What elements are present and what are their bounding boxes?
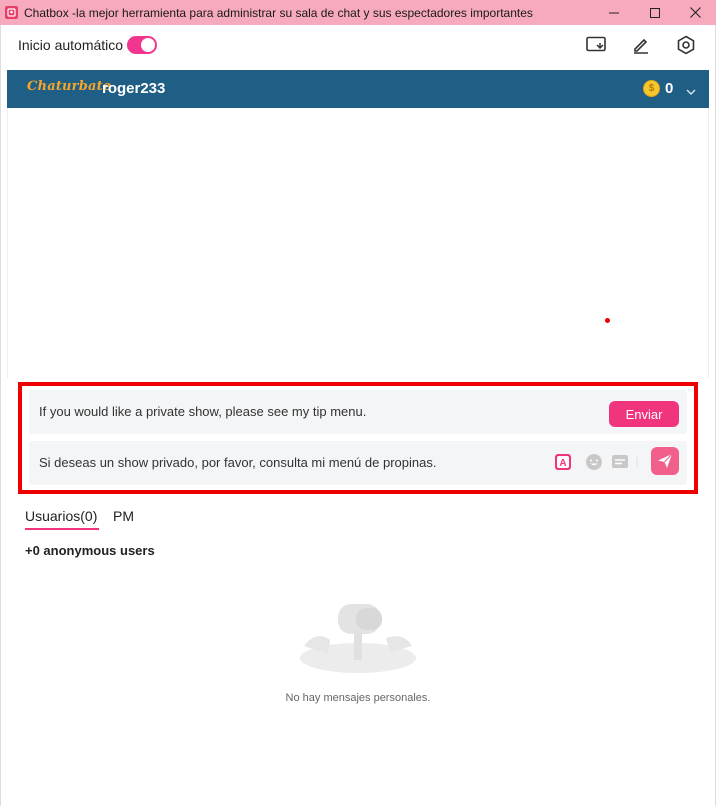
auto-start-label: Inicio automático [18,37,124,53]
tab-users[interactable]: Usuarios(0) [25,508,97,524]
translate-icon[interactable]: A [554,453,572,471]
coin-icon: $ [643,80,660,97]
screen-share-button[interactable] [585,34,607,56]
platform-logo: Chaturbate [27,79,112,94]
edit-icon [634,38,648,54]
maximize-icon [649,7,660,18]
anonymous-users-count: +0 anonymous users [25,543,155,558]
screen-share-icon [586,36,606,52]
channel-username: roger233 [102,80,166,97]
translation-output-row: If you would like a private show, please… [29,390,687,434]
chat-area [7,108,709,378]
empty-mailbox-illustration [296,596,420,678]
coin-count: 0 [665,80,674,97]
translation-panel: If you would like a private show, please… [18,382,698,494]
title-bar: Chatbox -la mejor herramienta para admin… [0,0,716,25]
maximize-button[interactable] [634,0,675,25]
translated-text: If you would like a private show, please… [39,404,367,419]
channel-header: Chaturbate roger233 $ 0 [7,70,709,108]
settings-icon [677,35,695,55]
active-tab-indicator [25,528,99,530]
auto-start-toggle[interactable] [127,36,157,54]
empty-state-message: No hay mensajes personales. [285,692,431,704]
close-button[interactable] [675,0,716,25]
message-input-row[interactable]: Si deseas un show privado, por favor, co… [29,441,687,485]
message-icon[interactable] [611,453,629,471]
toolbar: Inicio automático [0,25,716,65]
app-icon [5,6,18,19]
minimize-icon [608,12,619,13]
toggle-knob [141,38,155,52]
edit-button[interactable] [630,34,652,56]
send-icon[interactable] [651,447,679,475]
tab-pm[interactable]: PM [113,508,134,524]
chevron-down-icon[interactable] [686,83,696,101]
send-button[interactable]: Enviar [609,401,679,427]
settings-button[interactable] [675,34,697,56]
minimize-button[interactable] [593,0,634,25]
svg-text:A: A [559,458,566,469]
emoji-icon[interactable] [585,453,603,471]
message-input[interactable]: Si deseas un show privado, por favor, co… [39,455,436,470]
status-dot [605,318,610,323]
close-icon [690,7,701,18]
window-title: Chatbox -la mejor herramienta para admin… [24,5,533,20]
divider-icon [634,453,640,471]
